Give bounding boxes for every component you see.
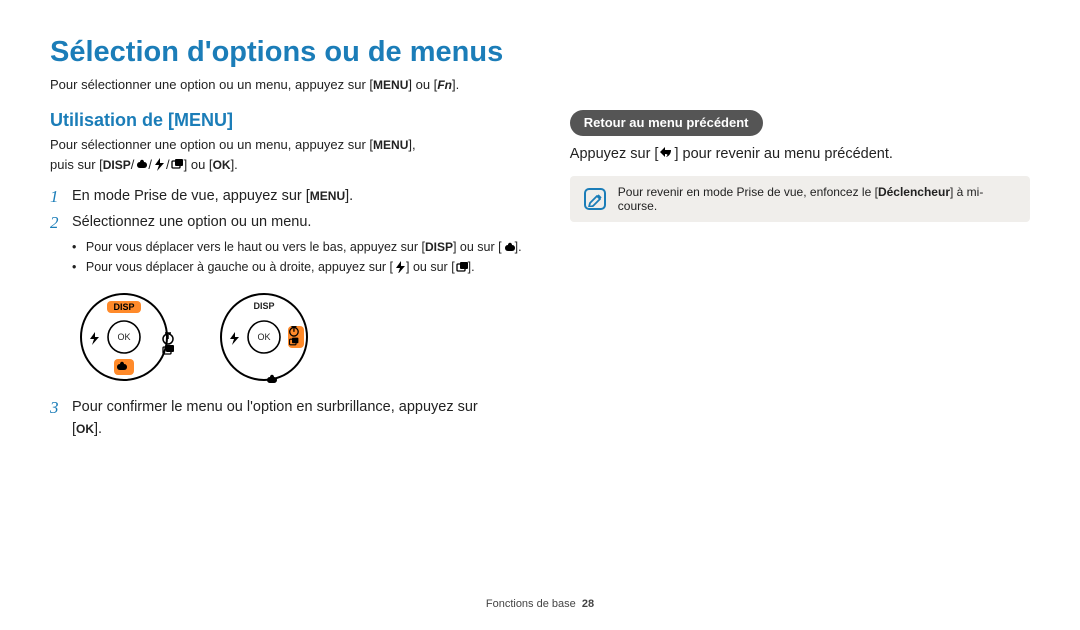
nav-dial-row: DISP OK DISP OK [78, 291, 530, 383]
step-number: 2 [50, 212, 72, 234]
substep-item: Pour vous déplacer à gauche ou à droite,… [72, 258, 530, 277]
step-item: 1 En mode Prise de vue, appuyez sur [MEN… [50, 186, 530, 208]
fn-glyph: Fn [437, 78, 452, 92]
page-title: Sélection d'options ou de menus [50, 36, 1030, 69]
intro-text: Pour sélectionner une option ou un menu,… [50, 77, 1030, 92]
menu-glyph: MENU [310, 187, 345, 205]
substep-item: Pour vous déplacer vers le haut ou vers … [72, 238, 530, 257]
ok-glyph: OK [76, 420, 94, 438]
burst-icon [170, 157, 184, 171]
ok-label: OK [257, 332, 270, 342]
disp-label-highlighted: DISP [107, 301, 141, 313]
section-heading: Utilisation de [MENU] [50, 110, 530, 131]
step-item: 3 Pour confirmer le menu ou l'option en … [50, 397, 530, 441]
disp-glyph: DISP [425, 238, 453, 257]
back-pill-heading: Retour au menu précédent [570, 110, 763, 136]
note-icon [584, 188, 606, 210]
timer-burst-highlighted [288, 326, 304, 348]
right-column: Retour au menu précédent Appuyez sur [] … [570, 110, 1030, 444]
note-box: Pour revenir en mode Prise de vue, enfon… [570, 176, 1030, 222]
ok-label: OK [117, 332, 130, 342]
nav-dial-vertical: DISP OK [78, 291, 170, 383]
left-column: Utilisation de [MENU] Pour sélectionner … [50, 110, 530, 444]
macro-highlighted [114, 359, 134, 375]
section-description: Pour sélectionner une option ou un menu,… [50, 135, 530, 174]
back-description: Appuyez sur [] pour revenir au menu préc… [570, 144, 1030, 166]
macro-icon [502, 240, 515, 253]
burst-icon [455, 260, 468, 273]
macro-icon [134, 157, 148, 171]
disp-label: DISP [218, 301, 310, 311]
page-footer: Fonctions de base 28 [0, 598, 1080, 610]
flash-icon [393, 260, 406, 273]
disp-glyph: DISP [103, 156, 131, 174]
step-number: 3 [50, 397, 72, 441]
menu-glyph: MENU [373, 136, 408, 154]
step-item: 2 Sélectionnez une option ou un menu. [50, 212, 530, 234]
nav-dial-horizontal: DISP OK [218, 291, 310, 383]
back-icon [658, 144, 674, 160]
menu-glyph: MENU [373, 78, 408, 92]
note-text: Pour revenir en mode Prise de vue, enfon… [618, 185, 1016, 213]
flash-icon [152, 157, 166, 171]
ok-glyph: OK [213, 156, 231, 174]
step-number: 1 [50, 186, 72, 208]
